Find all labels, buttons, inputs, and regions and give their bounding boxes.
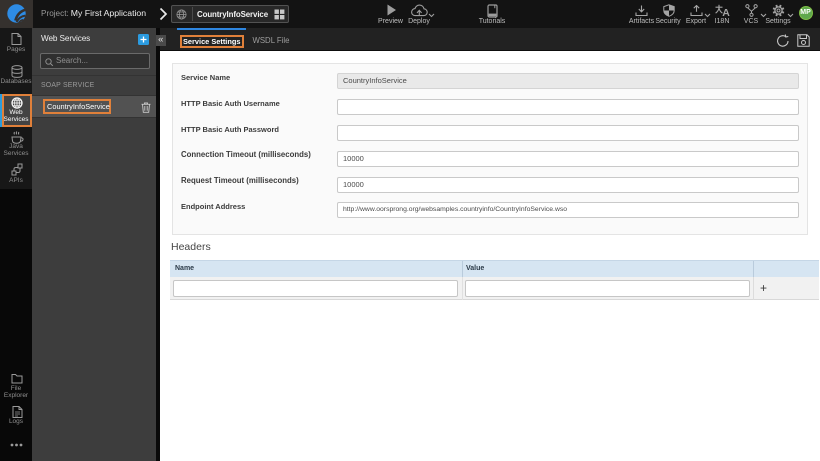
- svg-text:A: A: [722, 7, 730, 17]
